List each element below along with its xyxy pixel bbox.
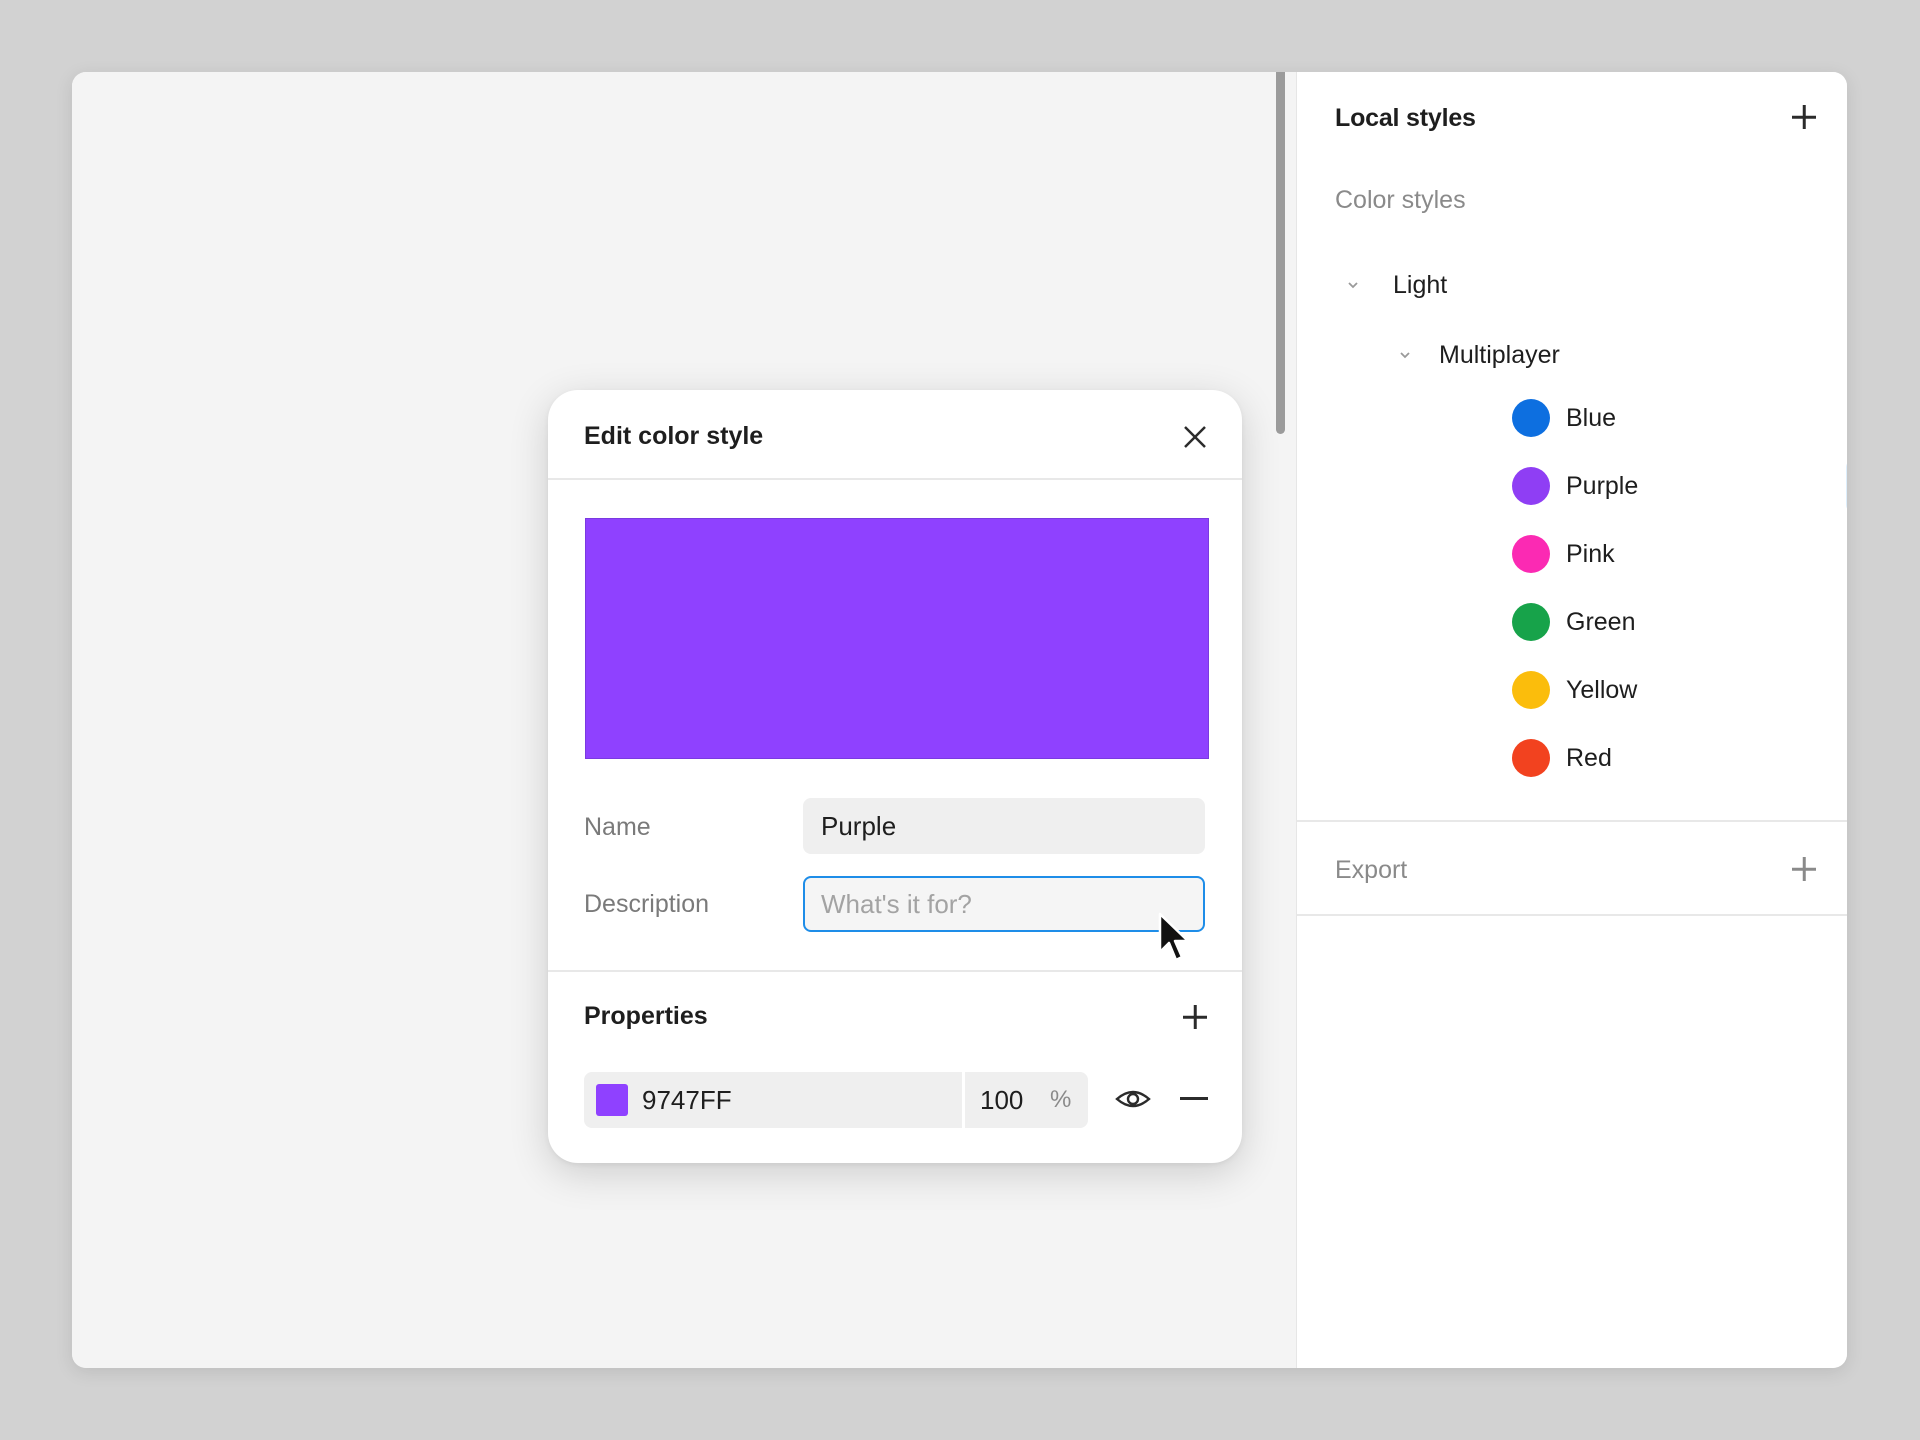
divider [548, 478, 1242, 480]
properties-title: Properties [584, 1002, 708, 1030]
section-label-color-styles: Color styles [1335, 186, 1466, 214]
close-icon [1184, 426, 1206, 448]
edit-color-style-dialog: Edit color style Name Purple Description… [548, 390, 1242, 1163]
subgroup-multiplayer[interactable]: Multiplayer [1395, 338, 1560, 372]
color-style-red[interactable]: Red [1297, 730, 1847, 786]
export-label: Export [1335, 856, 1408, 884]
subgroup-label: Multiplayer [1439, 340, 1560, 369]
panel-title: Local styles [1335, 104, 1476, 132]
color-style-label: Green [1566, 607, 1636, 636]
color-style-label: Yellow [1566, 675, 1638, 704]
fill-opacity-value[interactable]: 100 [980, 1085, 1023, 1116]
description-field[interactable]: What's it for? [803, 876, 1205, 932]
color-swatch [1512, 671, 1550, 709]
color-style-label: Purple [1566, 471, 1639, 500]
chevron-down-icon [1343, 275, 1363, 295]
group-light[interactable]: Light [1343, 268, 1447, 302]
canvas-scrollbar[interactable] [1276, 72, 1285, 434]
add-style-button[interactable] [1787, 100, 1821, 134]
mouse-cursor-icon [1158, 912, 1192, 966]
add-export-button[interactable] [1787, 852, 1821, 886]
color-style-yellow[interactable]: Yellow [1297, 662, 1847, 718]
divider [1297, 914, 1847, 916]
adjust-style-button[interactable] [1846, 461, 1847, 511]
chevron-down-icon [1395, 345, 1415, 365]
group-label: Light [1393, 270, 1448, 299]
close-button[interactable] [1180, 422, 1210, 452]
divider [1297, 820, 1847, 822]
opacity-unit: % [1050, 1086, 1072, 1113]
eye-icon [1115, 1090, 1151, 1108]
visibility-toggle[interactable] [1114, 1084, 1152, 1114]
color-swatch [1512, 399, 1550, 437]
color-swatch [1512, 535, 1550, 573]
adjust-icon [1846, 461, 1847, 511]
fill-hex-value[interactable]: 9747FF [642, 1085, 732, 1116]
name-field[interactable]: Purple [803, 798, 1205, 854]
color-style-label: Blue [1566, 403, 1617, 432]
fill-property-row[interactable]: 9747FF 100 % [584, 1072, 1088, 1128]
dialog-title: Edit color style [584, 422, 764, 450]
fill-swatch[interactable] [596, 1084, 628, 1116]
name-label: Name [584, 813, 651, 841]
color-swatch [1512, 739, 1550, 777]
color-swatch [1512, 467, 1550, 505]
color-swatch [1512, 603, 1550, 641]
add-property-button[interactable] [1178, 1000, 1212, 1034]
color-style-label: Red [1566, 743, 1612, 772]
local-styles-panel: Local styles Color styles Light Multipla… [1296, 72, 1847, 1368]
color-preview [585, 518, 1209, 759]
divider [962, 1072, 965, 1128]
color-style-label: Pink [1566, 539, 1615, 568]
color-style-blue[interactable]: Blue [1297, 390, 1847, 446]
description-label: Description [584, 890, 710, 918]
color-style-purple[interactable]: Purple [1297, 458, 1847, 514]
divider [548, 970, 1242, 972]
color-style-green[interactable]: Green [1297, 594, 1847, 650]
color-style-pink[interactable]: Pink [1297, 526, 1847, 582]
remove-property-button[interactable] [1180, 1097, 1208, 1100]
